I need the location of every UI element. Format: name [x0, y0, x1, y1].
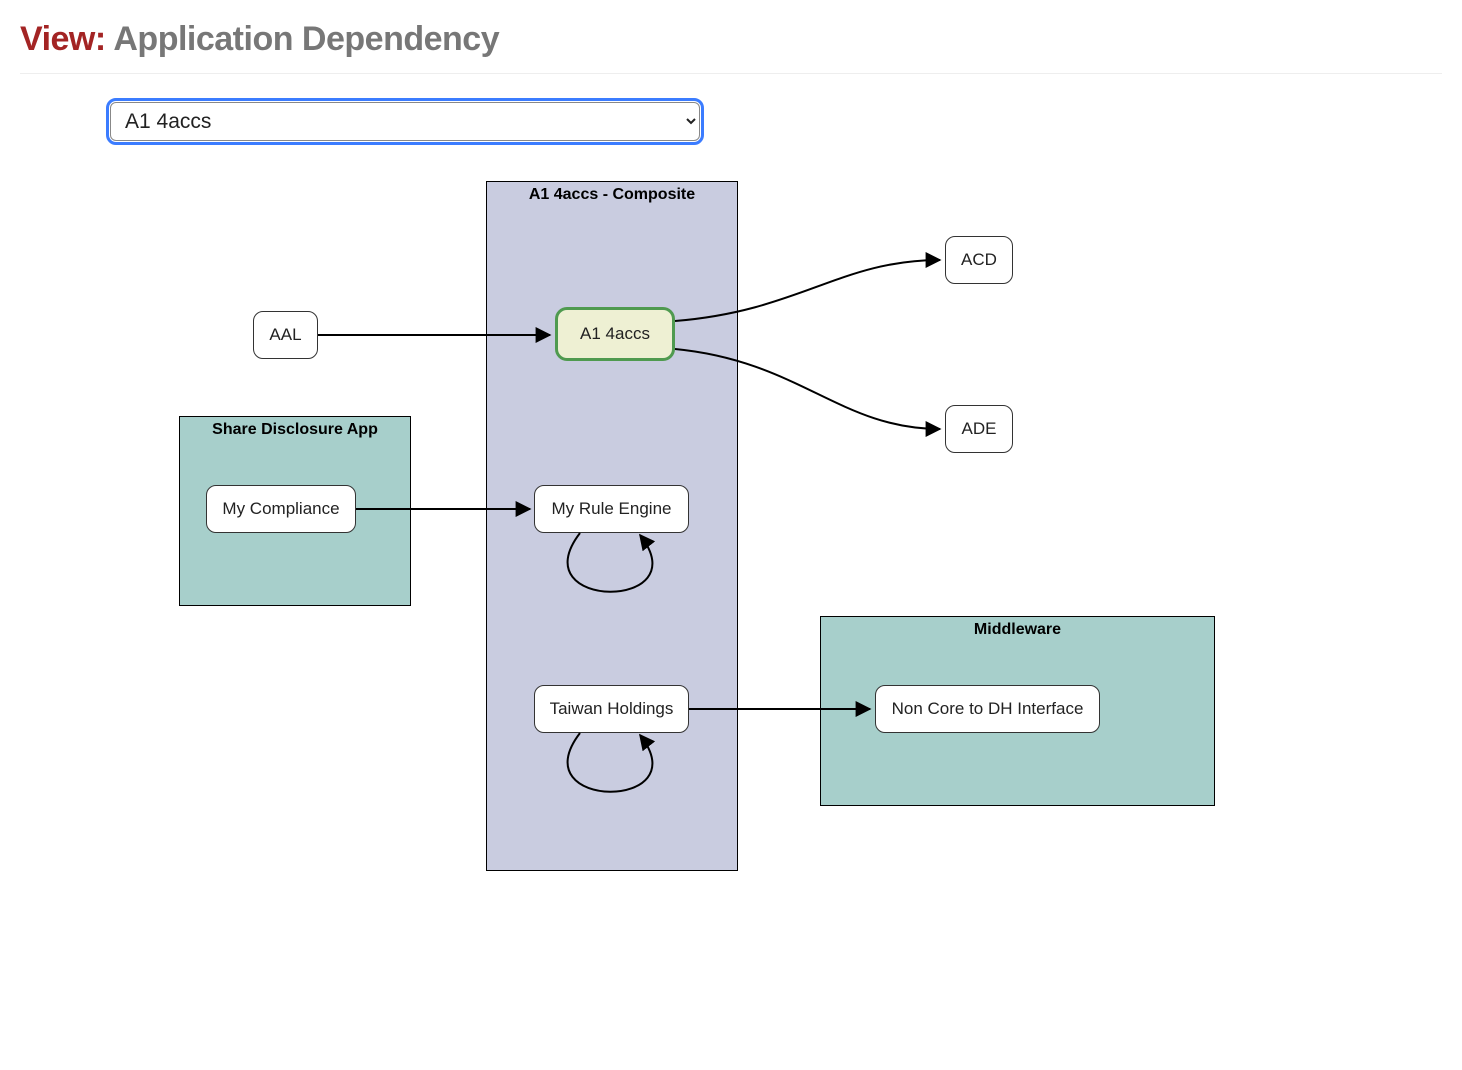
application-select[interactable]: A1 4accs: [110, 102, 700, 141]
node-aal[interactable]: AAL: [253, 311, 318, 359]
dependency-canvas: A1 4accs - Composite Share Disclosure Ap…: [20, 161, 1320, 921]
node-label: My Compliance: [222, 499, 339, 519]
page-title: View: Application Dependency: [20, 20, 1442, 59]
node-taiwan-holdings[interactable]: Taiwan Holdings: [534, 685, 689, 733]
title-main: Application Dependency: [113, 20, 499, 58]
group-title-share-disclosure: Share Disclosure App: [180, 421, 410, 439]
title-prefix: View:: [20, 20, 106, 58]
node-acd[interactable]: ACD: [945, 236, 1013, 284]
node-label: ADE: [962, 419, 997, 439]
node-my-compliance[interactable]: My Compliance: [206, 485, 356, 533]
node-label: ACD: [961, 250, 997, 270]
node-label: My Rule Engine: [551, 499, 671, 519]
node-label: Non Core to DH Interface: [892, 699, 1084, 719]
node-a1-4accs[interactable]: A1 4accs: [555, 307, 675, 361]
node-non-core[interactable]: Non Core to DH Interface: [875, 685, 1100, 733]
divider: [20, 73, 1442, 74]
node-label: AAL: [269, 325, 301, 345]
node-label: Taiwan Holdings: [550, 699, 674, 719]
node-my-rule-engine[interactable]: My Rule Engine: [534, 485, 689, 533]
group-title-composite: A1 4accs - Composite: [487, 186, 737, 204]
node-ade[interactable]: ADE: [945, 405, 1013, 453]
node-label: A1 4accs: [580, 324, 650, 344]
group-title-middleware: Middleware: [821, 621, 1214, 639]
